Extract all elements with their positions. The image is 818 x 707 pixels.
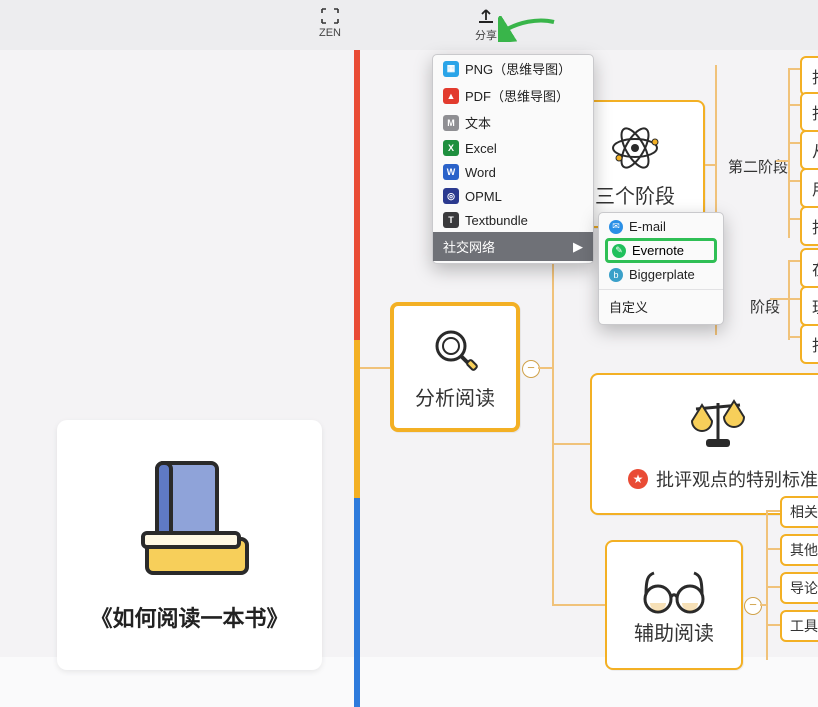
connector — [538, 367, 552, 369]
menu-item-textbundle[interactable]: T Textbundle — [433, 208, 593, 232]
menu-label: E-mail — [629, 219, 666, 234]
node-label: 分析阅读 — [415, 382, 495, 411]
connector — [766, 510, 768, 660]
menu-label: Biggerplate — [629, 267, 695, 282]
branch-spine-blue — [354, 498, 360, 707]
zen-label: ZEN — [319, 27, 341, 39]
connector — [788, 68, 790, 238]
chevron-right-icon: ▶ — [573, 239, 583, 255]
menu-label: PDF（思维导图） — [465, 86, 569, 105]
connector — [760, 604, 766, 606]
menu-label: 自定义 — [609, 297, 648, 316]
menu-item-png[interactable]: ▦ PNG（思维导图） — [433, 55, 593, 82]
connector — [766, 548, 780, 550]
collapse-toggle[interactable]: − — [744, 597, 762, 615]
connector — [705, 164, 715, 166]
opml-icon: ◎ — [443, 188, 459, 204]
submenu-item-evernote[interactable]: ✎ Evernote — [605, 238, 717, 263]
leaf-node[interactable]: 工具书（字典、百科 — [780, 610, 818, 642]
share-label: 分享 — [475, 27, 497, 43]
connector — [766, 586, 780, 588]
root-node[interactable]: 《如何阅读一本书》 — [57, 420, 322, 670]
mindmap-canvas[interactable]: 《如何阅读一本书》 分析阅读 − 三个阶段 第二阶段 阶段 — [0, 50, 818, 657]
connector — [552, 604, 605, 606]
node-analysis-reading[interactable]: 分析阅读 — [390, 302, 520, 432]
excel-icon: X — [443, 140, 459, 156]
connector — [776, 160, 788, 162]
connector — [766, 510, 780, 512]
pdf-icon: ▲ — [443, 88, 459, 104]
glasses-icon — [638, 565, 710, 617]
connector — [766, 624, 780, 626]
leaf-node[interactable]: 用 — [800, 168, 818, 208]
leaf-node[interactable]: 找 — [800, 56, 818, 96]
menu-item-word[interactable]: W Word — [433, 160, 593, 184]
menu-item-text[interactable]: M 文本 — [433, 109, 593, 136]
node-label: 三个阶段 — [595, 180, 675, 209]
share-button[interactable]: 分享 — [456, 7, 516, 43]
menu-item-social[interactable]: 社交网络 ▶ — [433, 232, 593, 261]
leaf-node[interactable]: 找 — [800, 92, 818, 132]
word-icon: W — [443, 164, 459, 180]
connector — [788, 260, 790, 340]
submenu-item-biggerplate[interactable]: b Biggerplate — [599, 263, 723, 286]
email-icon: ✉ — [609, 220, 623, 234]
books-icon — [115, 457, 265, 587]
evernote-icon: ✎ — [612, 244, 626, 258]
leaf-node[interactable]: 理 — [800, 286, 818, 326]
atom-icon — [607, 120, 663, 176]
collapse-toggle[interactable]: − — [522, 360, 540, 378]
star-icon: ★ — [628, 469, 648, 489]
png-icon: ▦ — [443, 61, 459, 77]
textbundle-icon: T — [443, 212, 459, 228]
connector — [770, 298, 788, 300]
magnifier-icon — [429, 324, 481, 376]
menu-label: Evernote — [632, 243, 684, 258]
submenu-item-custom[interactable]: 自定义 — [599, 293, 723, 320]
leaf-node[interactable]: 导论与摘要 — [780, 572, 818, 604]
leaf-node[interactable]: 找 — [800, 206, 818, 246]
zen-mode-button[interactable]: ZEN — [300, 7, 360, 39]
submenu-item-email[interactable]: ✉ E-mail — [599, 215, 723, 238]
text-icon: M — [443, 115, 459, 131]
branch-spine-red — [354, 50, 360, 340]
stage-3-label-suffix: 阶段 — [740, 290, 790, 323]
menu-separator — [599, 289, 723, 290]
leaf-node[interactable]: 其他的书 — [780, 534, 818, 566]
connector — [552, 443, 590, 445]
branch-spine-yellow — [354, 340, 360, 498]
scales-icon — [686, 397, 750, 453]
menu-label: Word — [465, 165, 496, 180]
share-export-menu: ▦ PNG（思维导图） ▲ PDF（思维导图） M 文本 X Excel W W… — [432, 54, 594, 264]
menu-label: Textbundle — [465, 213, 528, 228]
menu-label: 社交网络 — [443, 237, 495, 256]
menu-item-opml[interactable]: ◎ OPML — [433, 184, 593, 208]
menu-item-excel[interactable]: X Excel — [433, 136, 593, 160]
stage-2-label: 第二阶段 — [718, 150, 798, 183]
toolbar: ZEN 分享 — [0, 0, 818, 51]
menu-label: OPML — [465, 189, 502, 204]
root-title: 《如何阅读一本书》 — [90, 601, 288, 633]
share-social-submenu: ✉ E-mail ✎ Evernote b Biggerplate 自定义 — [598, 212, 724, 325]
node-aux-reading[interactable]: 辅助阅读 — [605, 540, 743, 670]
menu-label: PNG（思维导图） — [465, 59, 571, 78]
menu-item-pdf[interactable]: ▲ PDF（思维导图） — [433, 82, 593, 109]
leaf-node[interactable]: 在 — [800, 248, 818, 288]
menu-label: Excel — [465, 141, 497, 156]
node-criticism[interactable]: ★ 批评观点的特别标准 — [590, 373, 818, 515]
biggerplate-icon: b — [609, 268, 623, 282]
node-label: 批评观点的特别标准 — [656, 466, 818, 492]
node-label: 辅助阅读 — [634, 617, 714, 646]
menu-label: 文本 — [465, 113, 491, 132]
fullscreen-icon — [320, 7, 340, 25]
upload-icon — [477, 7, 495, 25]
leaf-node[interactable]: 从 — [800, 130, 818, 170]
leaf-node[interactable]: 找 — [800, 324, 818, 364]
connector — [360, 367, 390, 369]
leaf-node[interactable]: 相关经验 — [780, 496, 818, 528]
